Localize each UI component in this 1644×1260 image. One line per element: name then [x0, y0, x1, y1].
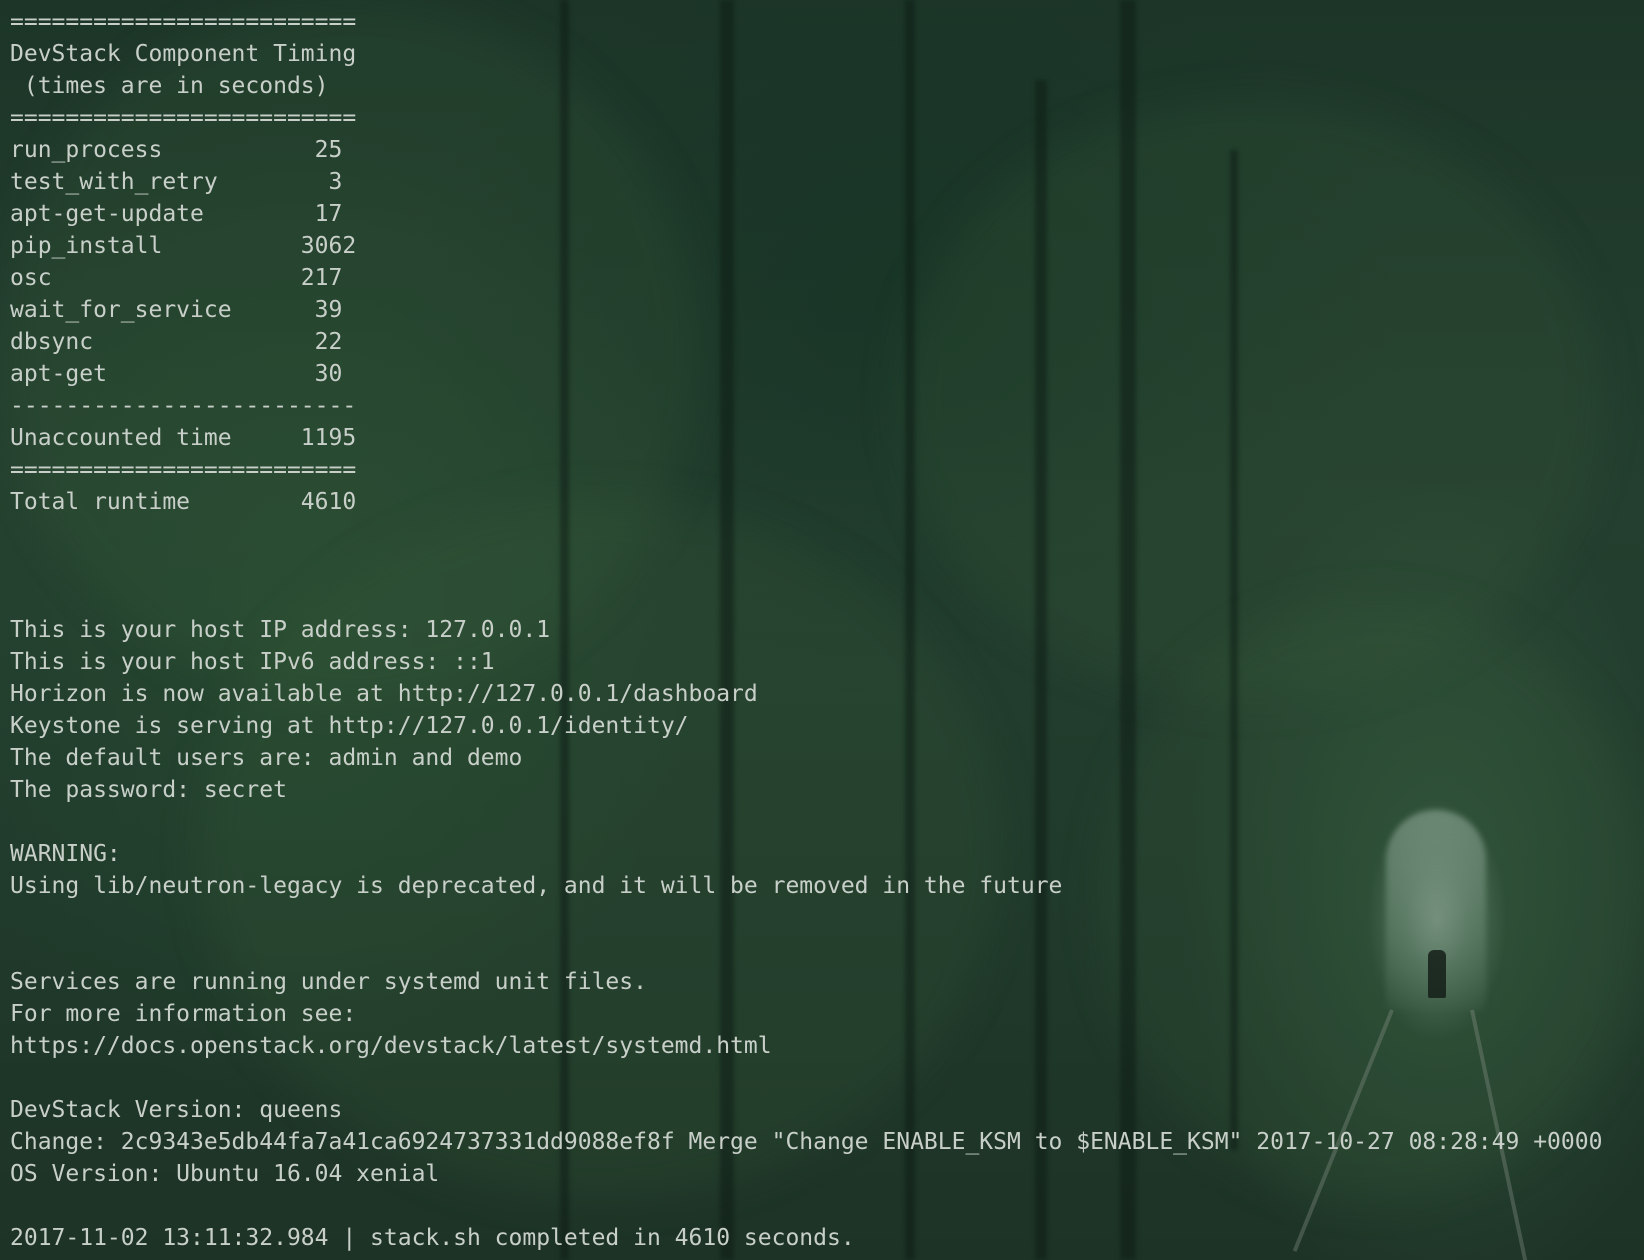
- timing-row: wait_for_service 39: [10, 297, 357, 323]
- separator-line: =========================: [10, 9, 357, 35]
- separator-line: =========================: [10, 105, 357, 131]
- separator-line: =========================: [10, 457, 357, 483]
- timing-title: DevStack Component Timing: [10, 41, 357, 67]
- timing-row: apt-get-update 17: [10, 201, 357, 227]
- host-info-line: The password: secret: [10, 777, 287, 803]
- timing-subtitle: (times are in seconds): [10, 73, 329, 99]
- warning-text: Using lib/neutron-legacy is deprecated, …: [10, 873, 1063, 899]
- dash-separator: -------------------------: [10, 393, 357, 419]
- version-info-line: OS Version: Ubuntu 16.04 xenial: [10, 1161, 440, 1187]
- timing-table: run_process 25 test_with_retry 3 apt-get…: [10, 134, 1602, 390]
- host-info-line: The default users are: admin and demo: [10, 745, 523, 771]
- version-info-line: Change: 2c9343e5db44fa7a41ca6924737331dd…: [10, 1129, 1603, 1155]
- systemd-info-line: Services are running under systemd unit …: [10, 969, 647, 995]
- unaccounted-time-row: Unaccounted time 1195: [10, 425, 357, 451]
- systemd-info-line: https://docs.openstack.org/devstack/late…: [10, 1033, 772, 1059]
- terminal-window[interactable]: ========================= DevStack Compon…: [0, 0, 1644, 1260]
- systemd-info-line: For more information see:: [10, 1001, 357, 1027]
- warning-label: WARNING:: [10, 841, 121, 867]
- systemd-info-block: Services are running under systemd unit …: [10, 966, 1602, 1062]
- timing-row: test_with_retry 3: [10, 169, 357, 195]
- host-info-line: This is your host IPv6 address: ::1: [10, 649, 495, 675]
- terminal-output[interactable]: ========================= DevStack Compon…: [10, 6, 1602, 1254]
- timing-row: run_process 25: [10, 137, 357, 163]
- timing-row: osc 217: [10, 265, 357, 291]
- host-info-line: Horizon is now available at http://127.0…: [10, 681, 758, 707]
- total-runtime-row: Total runtime 4610: [10, 489, 357, 515]
- host-info-line: This is your host IP address: 127.0.0.1: [10, 617, 551, 643]
- timing-row: dbsync 22: [10, 329, 357, 355]
- completion-line: 2017-11-02 13:11:32.984 | stack.sh compl…: [10, 1225, 855, 1251]
- host-info-line: Keystone is serving at http://127.0.0.1/…: [10, 713, 689, 739]
- timing-row: apt-get 30: [10, 361, 357, 387]
- version-info-block: DevStack Version: queens Change: 2c9343e5…: [10, 1094, 1602, 1190]
- host-info-block: This is your host IP address: 127.0.0.1 T…: [10, 614, 1602, 806]
- timing-row: pip_install 3062: [10, 233, 357, 259]
- version-info-line: DevStack Version: queens: [10, 1097, 343, 1123]
